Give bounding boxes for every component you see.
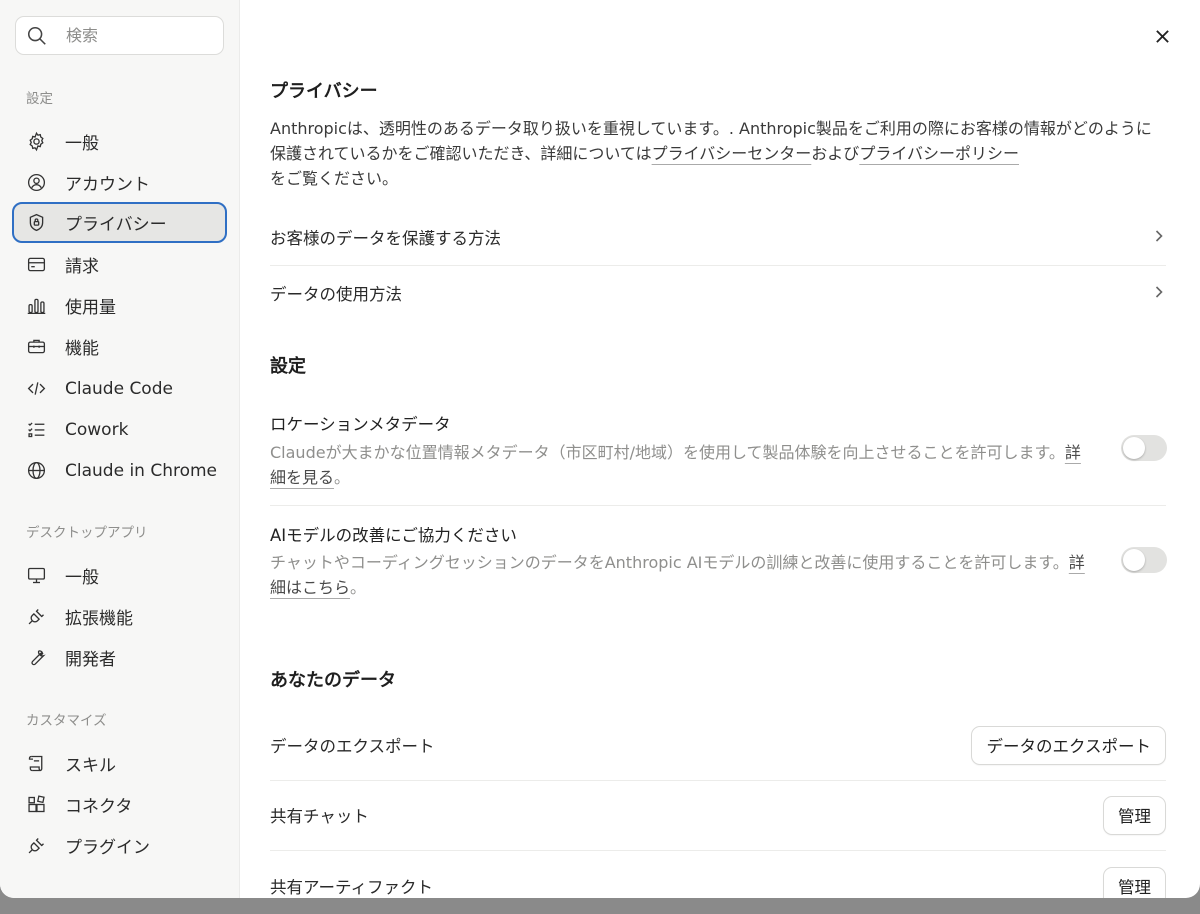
location-metadata-desc-text: Claudeが大まかな位置情報メタデータ（市区町村/地域）を使用して製品体験を向… <box>270 443 1065 462</box>
gear-icon <box>25 131 47 153</box>
sidebar-item-label: 機能 <box>65 339 99 359</box>
model-training-toggle[interactable] <box>1121 547 1167 573</box>
sidebar-item-label: Claude Code <box>65 378 173 399</box>
privacy-policy-link[interactable]: プライバシーポリシー <box>859 144 1019 163</box>
divider <box>270 505 1166 506</box>
link-row-data-protection[interactable]: お客様のデータを保護する方法 <box>270 222 1166 252</box>
checklist-icon <box>25 419 47 441</box>
sidebar-item-label: アカウント <box>65 175 150 195</box>
model-training-desc-text: チャットやコーディングセッションのデータをAnthropic AIモデルの訓練と… <box>270 553 1069 572</box>
sidebar-item-billing[interactable]: 請求 <box>12 244 227 285</box>
model-training-desc: チャットやコーディングセッションのデータをAnthropic AIモデルの訓練と… <box>270 550 1090 600</box>
sidebar-item-features[interactable]: 機能 <box>12 326 227 367</box>
monitor-icon <box>25 565 47 587</box>
search-icon <box>27 26 46 45</box>
search-input[interactable] <box>66 26 206 45</box>
divider <box>270 780 1166 781</box>
divider <box>270 265 1166 266</box>
privacy-intro: Anthropicは、透明性のあるデータ取り扱いを重視しています。. Anthr… <box>270 116 1160 191</box>
sidebar-item-claude-code[interactable]: Claude Code <box>12 368 227 409</box>
sidebar-item-account[interactable]: アカウント <box>12 162 227 203</box>
sidebar-item-desktop-general[interactable]: 一般 <box>12 555 227 596</box>
blocks-icon <box>25 794 47 816</box>
sidebar-item-label: スキル <box>65 756 116 776</box>
sidebar-item-extensions[interactable]: 拡張機能 <box>12 596 227 637</box>
shared-chats-row: 共有チャット 管理 <box>270 795 1166 835</box>
manage-shared-artifacts-button[interactable]: 管理 <box>1103 866 1166 898</box>
sidebar-item-connectors[interactable]: コネクタ <box>12 784 227 825</box>
sidebar-item-cowork[interactable]: Cowork <box>12 409 227 450</box>
link-row-label: お客様のデータを保護する方法 <box>270 229 501 248</box>
sidebar-item-label: 請求 <box>65 257 99 277</box>
globe-icon <box>25 460 47 482</box>
section-label-customize: カスタマイズ <box>26 713 107 729</box>
shield-lock-icon <box>25 212 47 234</box>
section-label-desktop: デスクトップアプリ <box>26 525 148 541</box>
location-metadata-desc: Claudeが大まかな位置情報メタデータ（市区町村/地域）を使用して製品体験を向… <box>270 440 1090 490</box>
sidebar-item-label: Cowork <box>65 419 129 440</box>
shared-artifacts-label: 共有アーティファクト <box>270 878 434 897</box>
code-icon <box>25 378 47 400</box>
close-icon <box>1155 29 1169 43</box>
sidebar-item-label: プライバシー <box>65 215 167 235</box>
section-label-settings: 設定 <box>26 91 53 107</box>
plug-icon <box>25 835 47 857</box>
manage-shared-chats-button[interactable]: 管理 <box>1103 795 1166 835</box>
sidebar-item-claude-in-chrome[interactable]: Claude in Chrome <box>12 450 227 491</box>
sidebar-item-label: 使用量 <box>65 298 116 318</box>
model-training-title: AIモデルの改善にご協力ください <box>270 526 517 545</box>
shared-artifacts-row: 共有アーティファクト 管理 <box>270 866 1166 898</box>
location-metadata-title: ロケーションメタデータ <box>270 415 451 434</box>
sidebar-item-label: プラグイン <box>65 838 150 858</box>
sidebar-item-label: コネクタ <box>65 797 133 817</box>
your-data-heading: あなたのデータ <box>270 670 396 691</box>
settings-heading: 設定 <box>270 356 306 377</box>
privacy-intro-end: をご覧ください。 <box>270 169 399 188</box>
bar-chart-icon <box>25 295 47 317</box>
sidebar-item-label: Claude in Chrome <box>65 460 218 481</box>
sidebar-item-label: 一般 <box>65 568 99 588</box>
chevron-right-icon <box>1152 228 1166 247</box>
export-row: データのエクスポート データのエクスポート <box>270 725 1166 765</box>
sidebar-item-label: 一般 <box>65 134 99 154</box>
export-label: データのエクスポート <box>270 737 435 756</box>
privacy-heading: プライバシー <box>270 81 378 102</box>
toolbox-icon <box>25 336 47 358</box>
divider <box>270 850 1166 851</box>
sidebar-item-privacy[interactable]: プライバシー <box>12 202 227 243</box>
wrench-icon <box>25 647 47 669</box>
privacy-center-link[interactable]: プライバシーセンター <box>652 144 812 163</box>
shared-chats-label: 共有チャット <box>270 807 369 826</box>
toggle-knob <box>1123 437 1145 459</box>
sidebar: 設定 一般 アカウント プライバシー 請求 使用量 機能 Claude Code <box>0 0 240 898</box>
credit-card-icon <box>25 254 47 276</box>
link-row-label: データの使用方法 <box>270 285 402 304</box>
privacy-intro-and: および <box>811 144 860 163</box>
link-row-data-usage[interactable]: データの使用方法 <box>270 278 1166 308</box>
sidebar-item-general[interactable]: 一般 <box>12 121 227 162</box>
plug-icon <box>25 606 47 628</box>
location-metadata-toggle[interactable] <box>1121 435 1167 461</box>
scroll-icon <box>25 753 47 775</box>
toggle-knob <box>1123 549 1145 571</box>
export-data-button[interactable]: データのエクスポート <box>971 725 1166 765</box>
chevron-right-icon <box>1152 284 1166 303</box>
sidebar-item-skills[interactable]: スキル <box>12 743 227 784</box>
training-desc-end: 。 <box>350 578 367 597</box>
location-desc-end: 。 <box>334 468 351 487</box>
sidebar-item-label: 拡張機能 <box>65 609 133 629</box>
user-circle-icon <box>25 172 47 194</box>
close-button[interactable] <box>1150 24 1174 48</box>
sidebar-item-label: 開発者 <box>65 650 116 670</box>
sidebar-item-usage[interactable]: 使用量 <box>12 285 227 326</box>
sidebar-item-developer[interactable]: 開発者 <box>12 637 227 678</box>
search-box[interactable] <box>15 16 224 55</box>
sidebar-item-plugins[interactable]: プラグイン <box>12 825 227 866</box>
